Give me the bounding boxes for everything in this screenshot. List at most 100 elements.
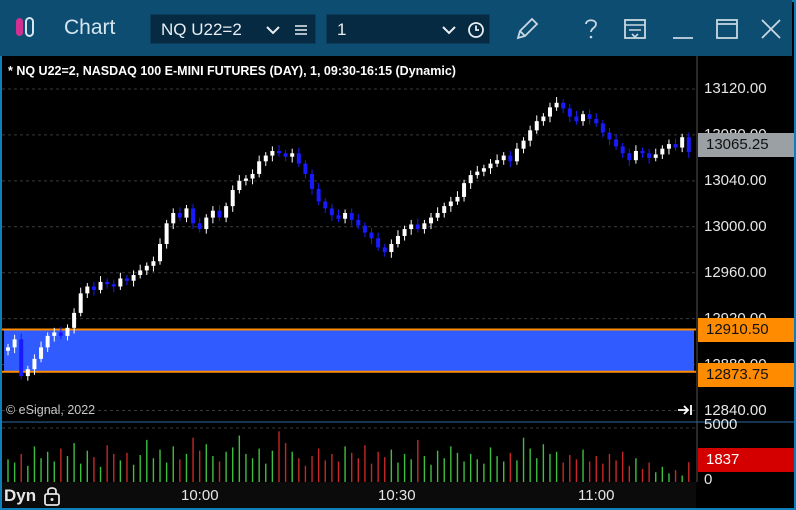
candle bbox=[547, 102, 552, 123]
candle-body bbox=[85, 286, 90, 294]
maximize-icon[interactable] bbox=[712, 14, 742, 44]
candle bbox=[316, 183, 321, 205]
interval-input[interactable]: 1 bbox=[326, 14, 490, 44]
candle bbox=[640, 147, 645, 158]
candle bbox=[666, 139, 671, 155]
symbol-input[interactable]: NQ U22=2 bbox=[150, 14, 316, 44]
candle bbox=[362, 222, 367, 238]
candle-body bbox=[12, 339, 17, 348]
lower-level-tag: 12873.75 bbox=[698, 363, 794, 387]
volume-series bbox=[2, 427, 696, 482]
candle-body bbox=[296, 153, 301, 164]
minimize-icon[interactable] bbox=[668, 14, 698, 44]
candle-body bbox=[263, 155, 268, 162]
study-title: * NQ U22=2, NASDAQ 100 E-MINI FUTURES (D… bbox=[8, 64, 456, 78]
candle bbox=[673, 138, 678, 151]
time-label-1100: 11:00 bbox=[578, 487, 615, 504]
clock-icon[interactable] bbox=[467, 21, 485, 39]
candle-body bbox=[455, 196, 460, 202]
candle-body bbox=[574, 116, 579, 122]
price-band-fill bbox=[4, 329, 694, 372]
candle bbox=[680, 133, 685, 153]
candle-body bbox=[45, 335, 50, 348]
candle bbox=[204, 214, 209, 234]
candle-body bbox=[448, 201, 453, 207]
candle bbox=[217, 204, 222, 222]
candle-body bbox=[534, 121, 539, 131]
chevron-down-icon[interactable] bbox=[265, 22, 281, 38]
candle-body bbox=[151, 261, 156, 266]
candle-body bbox=[270, 150, 275, 156]
candle-body bbox=[177, 212, 182, 218]
candle bbox=[197, 217, 202, 233]
candle-body bbox=[276, 150, 281, 154]
candle bbox=[257, 155, 262, 178]
volume-axis-max: 5000 bbox=[704, 416, 738, 433]
candle bbox=[607, 128, 612, 146]
candle-body bbox=[528, 130, 533, 141]
candle bbox=[349, 208, 354, 226]
candle-body bbox=[508, 155, 513, 162]
candle-body bbox=[138, 270, 143, 276]
candle bbox=[118, 272, 123, 290]
candle-body bbox=[237, 180, 242, 191]
candle bbox=[329, 203, 334, 222]
symbol-value[interactable]: NQ U22=2 bbox=[161, 20, 242, 40]
candle-body bbox=[567, 108, 572, 117]
candle-body bbox=[488, 163, 493, 169]
lock-icon[interactable] bbox=[42, 485, 62, 507]
candle bbox=[151, 256, 156, 272]
close-icon[interactable] bbox=[756, 14, 786, 44]
candle-body bbox=[303, 163, 308, 174]
candle-body bbox=[230, 190, 235, 207]
edit-icon[interactable] bbox=[512, 14, 542, 44]
candle-body bbox=[290, 153, 295, 157]
candle-body bbox=[594, 118, 599, 124]
price-axis-label: 13000.00 bbox=[704, 217, 767, 235]
chevron-down-icon[interactable] bbox=[441, 22, 457, 38]
interval-value[interactable]: 1 bbox=[337, 20, 346, 40]
candle bbox=[534, 115, 539, 134]
candle-body bbox=[349, 212, 354, 220]
candle-body bbox=[158, 244, 163, 262]
candle-body bbox=[402, 229, 407, 236]
candle-body bbox=[310, 173, 315, 189]
dynamic-mode-label[interactable]: Dyn bbox=[4, 486, 36, 506]
scroll-to-end-icon[interactable] bbox=[676, 402, 694, 418]
candle bbox=[468, 170, 473, 189]
candle-body bbox=[323, 201, 328, 209]
candle bbox=[19, 333, 24, 380]
candle bbox=[184, 204, 189, 223]
candle-body bbox=[587, 114, 592, 119]
candle-body bbox=[39, 347, 44, 359]
candle-body bbox=[680, 137, 685, 148]
candle bbox=[686, 132, 691, 158]
list-icon[interactable] bbox=[293, 22, 309, 38]
candle bbox=[111, 279, 116, 293]
layout-icon[interactable] bbox=[620, 14, 650, 44]
candle bbox=[283, 149, 288, 162]
candle-body bbox=[514, 148, 519, 162]
help-icon[interactable] bbox=[576, 14, 606, 44]
candle-body bbox=[316, 188, 321, 202]
candle bbox=[323, 198, 328, 213]
title-bar: Chart NQ U22=2 1 bbox=[0, 0, 792, 56]
candle bbox=[627, 148, 632, 166]
candle bbox=[402, 225, 407, 241]
candle bbox=[528, 125, 533, 147]
price-chart[interactable] bbox=[2, 56, 794, 482]
candle bbox=[415, 218, 420, 233]
candle bbox=[250, 169, 255, 185]
candle-body bbox=[376, 238, 381, 248]
candle bbox=[455, 191, 460, 205]
candle-body bbox=[495, 160, 500, 164]
candle bbox=[85, 283, 90, 298]
candle bbox=[389, 239, 394, 258]
candle-body bbox=[422, 223, 427, 230]
candle bbox=[508, 150, 513, 168]
candle-body bbox=[72, 312, 77, 328]
candle-body bbox=[647, 153, 652, 158]
candle-body bbox=[58, 332, 63, 336]
candle-body bbox=[475, 171, 480, 176]
price-band[interactable] bbox=[2, 328, 696, 373]
